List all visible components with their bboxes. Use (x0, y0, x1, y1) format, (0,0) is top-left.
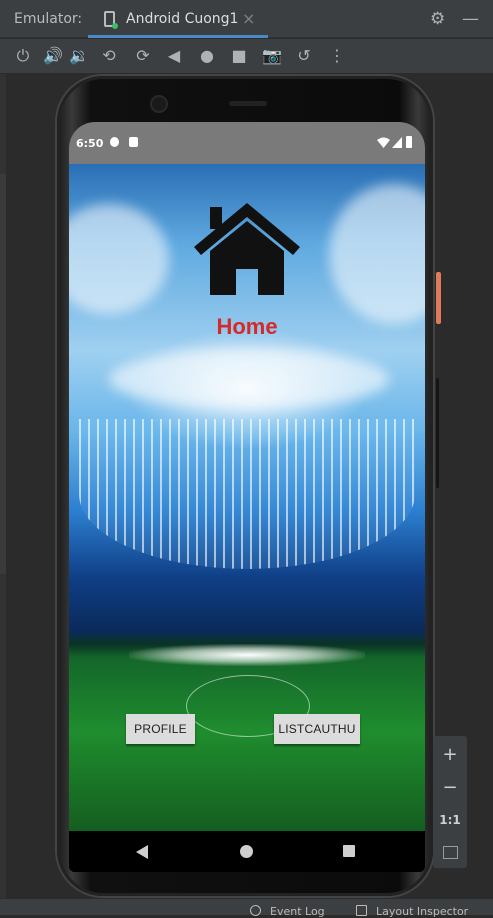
gear-icon[interactable]: ⚙ (430, 9, 445, 29)
layout-inspector-icon[interactable] (356, 905, 367, 916)
power-icon[interactable]: ⏻ (12, 45, 34, 67)
horizon-glow (129, 644, 365, 666)
volume-up-icon[interactable]: 🔊 (42, 45, 64, 67)
page-title: Home (216, 314, 278, 339)
cloud-decoration (329, 184, 425, 324)
device-icon (104, 11, 118, 29)
app-home-screen: Home PROFILE LISTCAUTHU (69, 164, 425, 831)
signal-icon (392, 137, 402, 148)
event-log-link[interactable]: Event Log (270, 905, 325, 918)
left-tool-strip (0, 74, 6, 898)
tab-title: Android Cuong1 (126, 11, 239, 27)
sd-card-icon (129, 137, 138, 147)
rotate-left-icon[interactable]: ⟲ (98, 45, 120, 67)
notification-icon (110, 137, 119, 147)
front-camera (152, 97, 166, 111)
actual-size-button[interactable]: 1:1 (433, 805, 467, 835)
stadium-light-beams (79, 419, 415, 569)
tab-close-icon[interactable]: × (242, 9, 255, 28)
earpiece-speaker (229, 101, 267, 106)
volume-side-button[interactable] (436, 378, 439, 488)
profile-button[interactable]: PROFILE (126, 714, 195, 744)
ide-window: Emulator: Android Cuong1 × ⚙ — ⏻ 🔊 🔉 ⟲ ⟳… (0, 0, 493, 918)
ide-status-bar: Event Log Layout Inspector (0, 898, 493, 918)
android-nav-bar (69, 831, 425, 872)
zoom-in-button[interactable]: + (433, 740, 467, 770)
back-icon[interactable]: ◀ (163, 45, 185, 67)
device-screen[interactable]: 6:50 Home PROFILE LISTCAUTHU (69, 122, 425, 872)
more-icon[interactable]: ⋮ (326, 45, 348, 67)
minimize-icon[interactable]: — (462, 9, 479, 29)
nav-recents-icon[interactable] (343, 845, 355, 857)
cloud-decoration (69, 204, 169, 314)
camera-icon[interactable]: 📷 (261, 45, 283, 67)
emulator-toolbar: ⏻ 🔊 🔉 ⟲ ⟳ ◀ ● ■ 📷 ↺ ⋮ (0, 39, 493, 74)
event-log-icon[interactable] (250, 905, 261, 916)
zoom-out-button[interactable]: − (433, 773, 467, 803)
power-side-button[interactable] (436, 272, 441, 324)
nav-home-icon[interactable] (240, 845, 253, 858)
rotate-right-icon[interactable]: ⟳ (132, 45, 154, 67)
battery-icon (406, 136, 412, 148)
android-status-bar: 6:50 (69, 122, 425, 164)
zoom-controls: + − 1:1 (433, 736, 467, 868)
volume-down-icon[interactable]: 🔉 (68, 45, 90, 67)
cloud-decoration (109, 349, 389, 409)
layout-inspector-link[interactable]: Layout Inspector (376, 905, 468, 918)
overview-icon[interactable]: ■ (228, 45, 250, 67)
emulator-label: Emulator: (14, 11, 83, 27)
list-players-button[interactable]: LISTCAUTHU (274, 714, 360, 744)
emulator-title-bar: Emulator: Android Cuong1 × ⚙ — (0, 0, 493, 38)
wifi-icon (377, 137, 390, 148)
tab-android-cuong1[interactable]: Android Cuong1 × (88, 0, 268, 38)
snapshot-icon[interactable]: ↺ (293, 45, 315, 67)
fit-screen-icon[interactable] (443, 846, 458, 859)
status-time: 6:50 (76, 137, 104, 150)
house-icon (194, 203, 300, 295)
home-button-icon[interactable]: ● (196, 45, 218, 67)
nav-back-icon[interactable] (136, 845, 148, 859)
